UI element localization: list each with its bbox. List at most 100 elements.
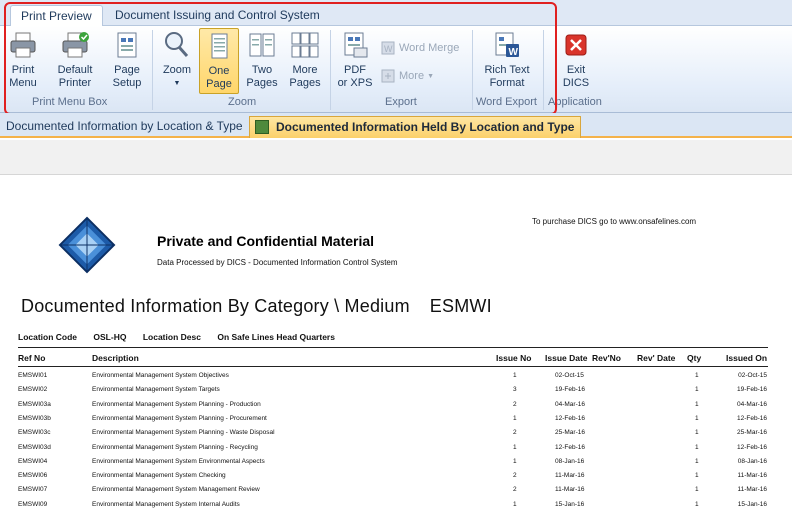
table-row: EMSWI03b Environmental Management System … bbox=[0, 415, 792, 429]
confidential-title: Private and Confidential Material bbox=[157, 233, 375, 249]
doc-tab-documented-information-held[interactable]: Documented Information Held By Location … bbox=[249, 116, 582, 138]
cell-issue-no: 1 bbox=[513, 372, 517, 379]
table-row: EMSWI02 Environmental Management System T… bbox=[0, 386, 792, 400]
cell-issue-date: 11-Mar-16 bbox=[555, 486, 585, 494]
cell-issued-on: 11-Mar-16 bbox=[737, 472, 767, 480]
cell-issued-on: 11-Mar-16 bbox=[737, 486, 767, 494]
location-line: Location Code OSL-HQ Location Desc On Sa… bbox=[18, 332, 349, 342]
magnifier-icon bbox=[165, 32, 189, 57]
location-code-label: Location Code bbox=[18, 332, 78, 342]
zoom-label: Zoom bbox=[162, 64, 192, 76]
cell-issued-on: 02-Oct-15 bbox=[738, 372, 767, 379]
two-pages-label: Two Pages bbox=[246, 64, 278, 89]
cell-issued-on: 12-Feb-16 bbox=[737, 414, 767, 422]
table-row: EMSWI04 Environmental Management System E… bbox=[0, 458, 792, 472]
cell-ref: EMSWI03c bbox=[18, 429, 51, 437]
two-pages-button[interactable]: Two Pages bbox=[243, 28, 281, 90]
cell-issue-no: 1 bbox=[513, 443, 517, 451]
column-header-qty: Qty bbox=[687, 353, 702, 363]
word-merge-icon: W bbox=[381, 41, 395, 55]
cell-issue-date: 25-Mar-16 bbox=[555, 429, 585, 437]
cell-desc: Environmental Management System Environm… bbox=[92, 457, 265, 465]
word-merge-label: Word Merge bbox=[399, 42, 460, 54]
more-pages-button[interactable]: More Pages bbox=[284, 28, 326, 90]
location-desc-label: Location Desc bbox=[142, 332, 201, 342]
pdf-xps-icon bbox=[344, 32, 368, 58]
page-setup-button[interactable]: Page Setup bbox=[106, 28, 148, 90]
word-merge-button[interactable]: W Word Merge bbox=[380, 40, 459, 56]
more-export-button[interactable]: More ▼ bbox=[380, 68, 434, 84]
cell-desc: Environmental Management System Planning… bbox=[92, 443, 258, 451]
tab-document-issuing[interactable]: Document Issuing and Control System bbox=[105, 5, 330, 26]
column-header-issue-no: Issue No bbox=[496, 353, 532, 363]
page-setup-label: Page Setup bbox=[112, 64, 142, 89]
cell-qty: 1 bbox=[695, 372, 699, 379]
print-menu-button[interactable]: Print Menu bbox=[4, 28, 42, 90]
group-label-zoom: Zoom bbox=[228, 96, 257, 108]
default-printer-label: Default Printer bbox=[57, 64, 93, 89]
cell-issued-on: 15-Jan-16 bbox=[737, 500, 767, 508]
pdf-xps-button[interactable]: PDF or XPS bbox=[335, 28, 375, 90]
group-separator bbox=[472, 30, 473, 110]
group-label-word-export: Word Export bbox=[476, 96, 537, 108]
svg-text:W: W bbox=[384, 44, 393, 54]
table-row: EMSWI03a Environmental Management System … bbox=[0, 401, 792, 415]
cell-ref: EMSWI02 bbox=[18, 386, 48, 394]
cell-qty: 1 bbox=[695, 386, 699, 394]
one-page-button[interactable]: One Page bbox=[199, 28, 239, 94]
preview-toolbar-strip bbox=[0, 140, 792, 175]
column-header-rev-date: Rev' Date bbox=[637, 353, 676, 363]
svg-text:W: W bbox=[509, 47, 519, 58]
close-icon bbox=[565, 34, 587, 56]
cell-issue-no: 2 bbox=[513, 486, 517, 494]
cell-qty: 1 bbox=[695, 457, 699, 465]
cell-issue-no: 1 bbox=[513, 414, 517, 422]
exit-dics-button[interactable]: Exit DICS bbox=[559, 28, 593, 90]
cell-desc: Environmental Management System Planning… bbox=[92, 414, 267, 422]
cell-ref: EMSWI04 bbox=[18, 457, 48, 465]
rich-text-format-label: Rich Text Format bbox=[484, 64, 530, 89]
report-title-text: Documented Information By Category \ Med… bbox=[21, 296, 410, 316]
cell-issued-on: 25-Mar-16 bbox=[737, 429, 767, 437]
cell-issue-no: 1 bbox=[513, 457, 517, 465]
purchase-note: To purchase DICS go to www.onsafelines.c… bbox=[532, 217, 697, 226]
cell-issue-no: 1 bbox=[513, 500, 517, 508]
ribbon-tab-bar: Print Preview Document Issuing and Contr… bbox=[0, 0, 792, 26]
cell-issue-date: 04-Mar-16 bbox=[555, 400, 585, 408]
table-row: EMSWI09 Environmental Management System I… bbox=[0, 501, 792, 515]
cell-issued-on: 08-Jan-16 bbox=[737, 457, 767, 465]
pdf-xps-label: PDF or XPS bbox=[337, 64, 373, 89]
cell-ref: EMSWI07 bbox=[18, 486, 48, 494]
group-label-print-menu-box: Print Menu Box bbox=[32, 96, 108, 108]
report-title-code: ESMWI bbox=[429, 296, 492, 316]
cell-ref: EMSWI01 bbox=[18, 372, 48, 379]
default-printer-button[interactable]: Default Printer bbox=[52, 28, 98, 90]
table-row: EMSWI03c Environmental Management System … bbox=[0, 429, 792, 443]
cell-issue-date: 12-Feb-16 bbox=[555, 414, 585, 422]
zoom-button[interactable]: Zoom ▼ bbox=[158, 28, 196, 90]
document-tab-bar: Documented Information by Location & Typ… bbox=[0, 113, 792, 138]
cell-desc: Environmental Management System Manageme… bbox=[92, 486, 260, 494]
cell-issue-date: 08-Jan-16 bbox=[555, 457, 585, 465]
cell-qty: 1 bbox=[695, 400, 699, 408]
header-top-rule bbox=[18, 347, 768, 348]
cell-qty: 1 bbox=[695, 429, 699, 437]
report-icon bbox=[255, 120, 269, 134]
rich-text-format-button[interactable]: W Rich Text Format bbox=[481, 28, 533, 90]
exit-dics-label: Exit DICS bbox=[562, 64, 590, 89]
cell-desc: Environmental Management System Planning… bbox=[92, 400, 261, 408]
column-header-issued-on: Issued On bbox=[726, 353, 768, 363]
table-row: EMSWI07 Environmental Management System M… bbox=[0, 486, 792, 500]
print-menu-label: Print Menu bbox=[9, 64, 37, 89]
location-code-value: OSL-HQ bbox=[93, 332, 127, 342]
group-separator bbox=[330, 30, 331, 110]
column-header-issue-date: Issue Date bbox=[545, 353, 588, 363]
cell-issue-date: 12-Feb-16 bbox=[555, 443, 585, 451]
cell-qty: 1 bbox=[695, 500, 699, 508]
tab-print-preview[interactable]: Print Preview bbox=[10, 5, 103, 26]
cell-issue-date: 11-Mar-16 bbox=[555, 472, 585, 480]
confidential-subtitle: Data Processed by DICS - Documented Info… bbox=[157, 258, 398, 267]
doc-tab-documented-information-by-location[interactable]: Documented Information by Location & Typ… bbox=[0, 116, 249, 138]
page-setup-icon bbox=[117, 32, 137, 58]
report-page: To purchase DICS go to www.onsafelines.c… bbox=[0, 176, 792, 516]
